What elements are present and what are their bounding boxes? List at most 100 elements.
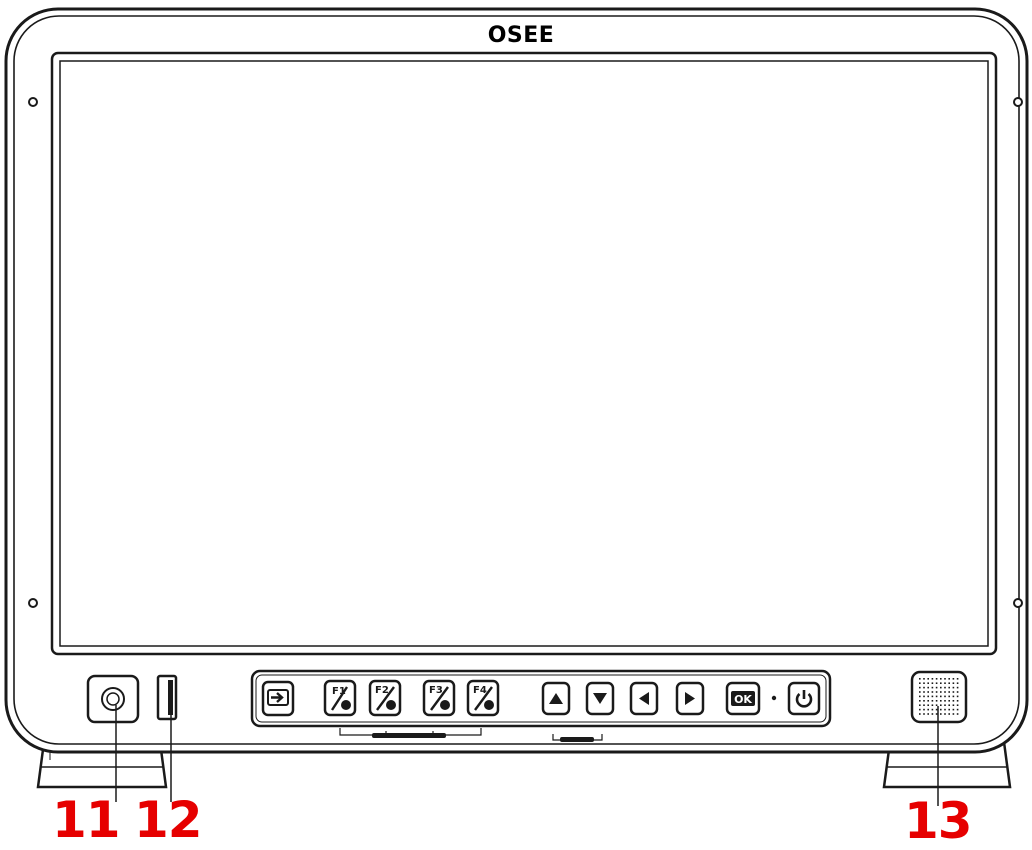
tally-indicator — [771, 695, 777, 701]
knob[interactable] — [86, 674, 140, 724]
grille-hole — [940, 678, 942, 680]
function-button-f4[interactable]: F4 — [466, 679, 500, 717]
grille-hole — [956, 708, 959, 711]
down-button[interactable] — [585, 681, 615, 716]
grille-hole — [944, 700, 946, 702]
grille-hole — [935, 678, 938, 680]
function-button-f4-label: F4 — [473, 685, 487, 696]
left-button[interactable] — [629, 681, 659, 716]
ok-button[interactable]: OK — [725, 681, 761, 716]
grille-hole — [952, 691, 955, 693]
grille-hole — [940, 682, 942, 684]
grille-hole — [935, 700, 938, 702]
grille-hole — [923, 678, 925, 680]
grille-hole — [931, 695, 934, 698]
function-button-f3[interactable]: F3 — [422, 679, 456, 717]
grille-hole — [927, 686, 929, 689]
grille-hole — [944, 686, 946, 689]
grille-hole — [940, 691, 942, 693]
grille-hole — [935, 691, 938, 693]
mount-hole-top-left — [28, 97, 38, 107]
grille-hole — [952, 682, 955, 684]
grille-hole — [923, 695, 925, 698]
grille-hole — [923, 708, 925, 711]
input-button[interactable] — [261, 680, 295, 717]
grille-hole — [919, 704, 921, 706]
grille-hole — [956, 691, 959, 693]
right-button[interactable] — [675, 681, 705, 716]
ok-label: OK — [734, 693, 752, 706]
grille-hole — [927, 695, 929, 698]
grille-hole — [935, 713, 938, 715]
mount-hole-bottom-right — [1013, 598, 1023, 608]
grille-hole — [919, 678, 921, 680]
grille-hole — [927, 700, 929, 702]
grille-hole — [944, 695, 946, 698]
callout-13: 13 — [904, 792, 973, 850]
callout-12: 12 — [134, 791, 203, 849]
grille-hole — [923, 682, 925, 684]
grille-hole — [935, 686, 938, 689]
grille-hole — [923, 713, 925, 715]
grille-hole — [952, 713, 955, 715]
grille-hole — [940, 704, 942, 706]
grille-hole — [948, 691, 950, 693]
monitor-diagram: F1 F2 F3 F4 OK — [4, 7, 1029, 806]
speaker-grille — [910, 670, 968, 724]
function-button-f2[interactable]: F2 — [368, 679, 402, 717]
grille-hole — [944, 704, 946, 706]
mount-hole-bottom-left — [28, 598, 38, 608]
grille-hole — [927, 704, 929, 706]
grille-hole — [919, 708, 921, 711]
grille-hole — [948, 678, 950, 680]
grille-hole — [944, 691, 946, 693]
grille-hole — [931, 691, 934, 693]
grille-hole — [931, 682, 934, 684]
grille-hole — [940, 708, 942, 711]
grille-hole — [935, 682, 938, 684]
mount-hole-top-right — [1013, 97, 1023, 107]
grille-hole — [944, 708, 946, 711]
grille-hole — [931, 686, 934, 689]
grille-hole — [944, 682, 946, 684]
grille-hole — [935, 704, 938, 706]
grille-hole — [919, 713, 921, 715]
grille-hole — [935, 708, 938, 711]
grille-hole — [931, 678, 934, 680]
grille-hole — [940, 695, 942, 698]
callout-11: 11 — [52, 791, 121, 849]
input-switch-icon — [267, 689, 289, 706]
grille-hole — [931, 708, 934, 711]
usb-port[interactable] — [156, 674, 178, 721]
grille-hole — [948, 682, 950, 684]
grille-hole — [956, 695, 959, 698]
grille-hole — [956, 713, 959, 715]
grille-hole — [952, 704, 955, 706]
grille-hole — [919, 686, 921, 689]
grille-hole — [940, 713, 942, 715]
grille-hole — [944, 713, 946, 715]
grille-hole — [923, 700, 925, 702]
grille-hole — [948, 708, 950, 711]
grille-hole — [952, 678, 955, 680]
function-button-f1[interactable]: F1 — [323, 679, 357, 717]
function-button-f3-label: F3 — [429, 685, 443, 696]
grille-hole — [948, 704, 950, 706]
grille-hole — [952, 695, 955, 698]
grille-hole — [956, 686, 959, 689]
grille-hole — [948, 686, 950, 689]
power-button[interactable] — [787, 681, 821, 716]
grille-hole — [931, 704, 934, 706]
grille-hole — [927, 713, 929, 715]
grille-hole — [952, 686, 955, 689]
screen — [59, 60, 989, 647]
grille-hole — [952, 708, 955, 711]
function-button-f2-label: F2 — [375, 685, 389, 696]
grille-hole — [956, 700, 959, 702]
grille-hole — [948, 700, 950, 702]
grille-hole — [927, 682, 929, 684]
up-button[interactable] — [541, 681, 571, 716]
grille-hole — [940, 686, 942, 689]
grille-hole — [919, 691, 921, 693]
grille-hole — [923, 686, 925, 689]
